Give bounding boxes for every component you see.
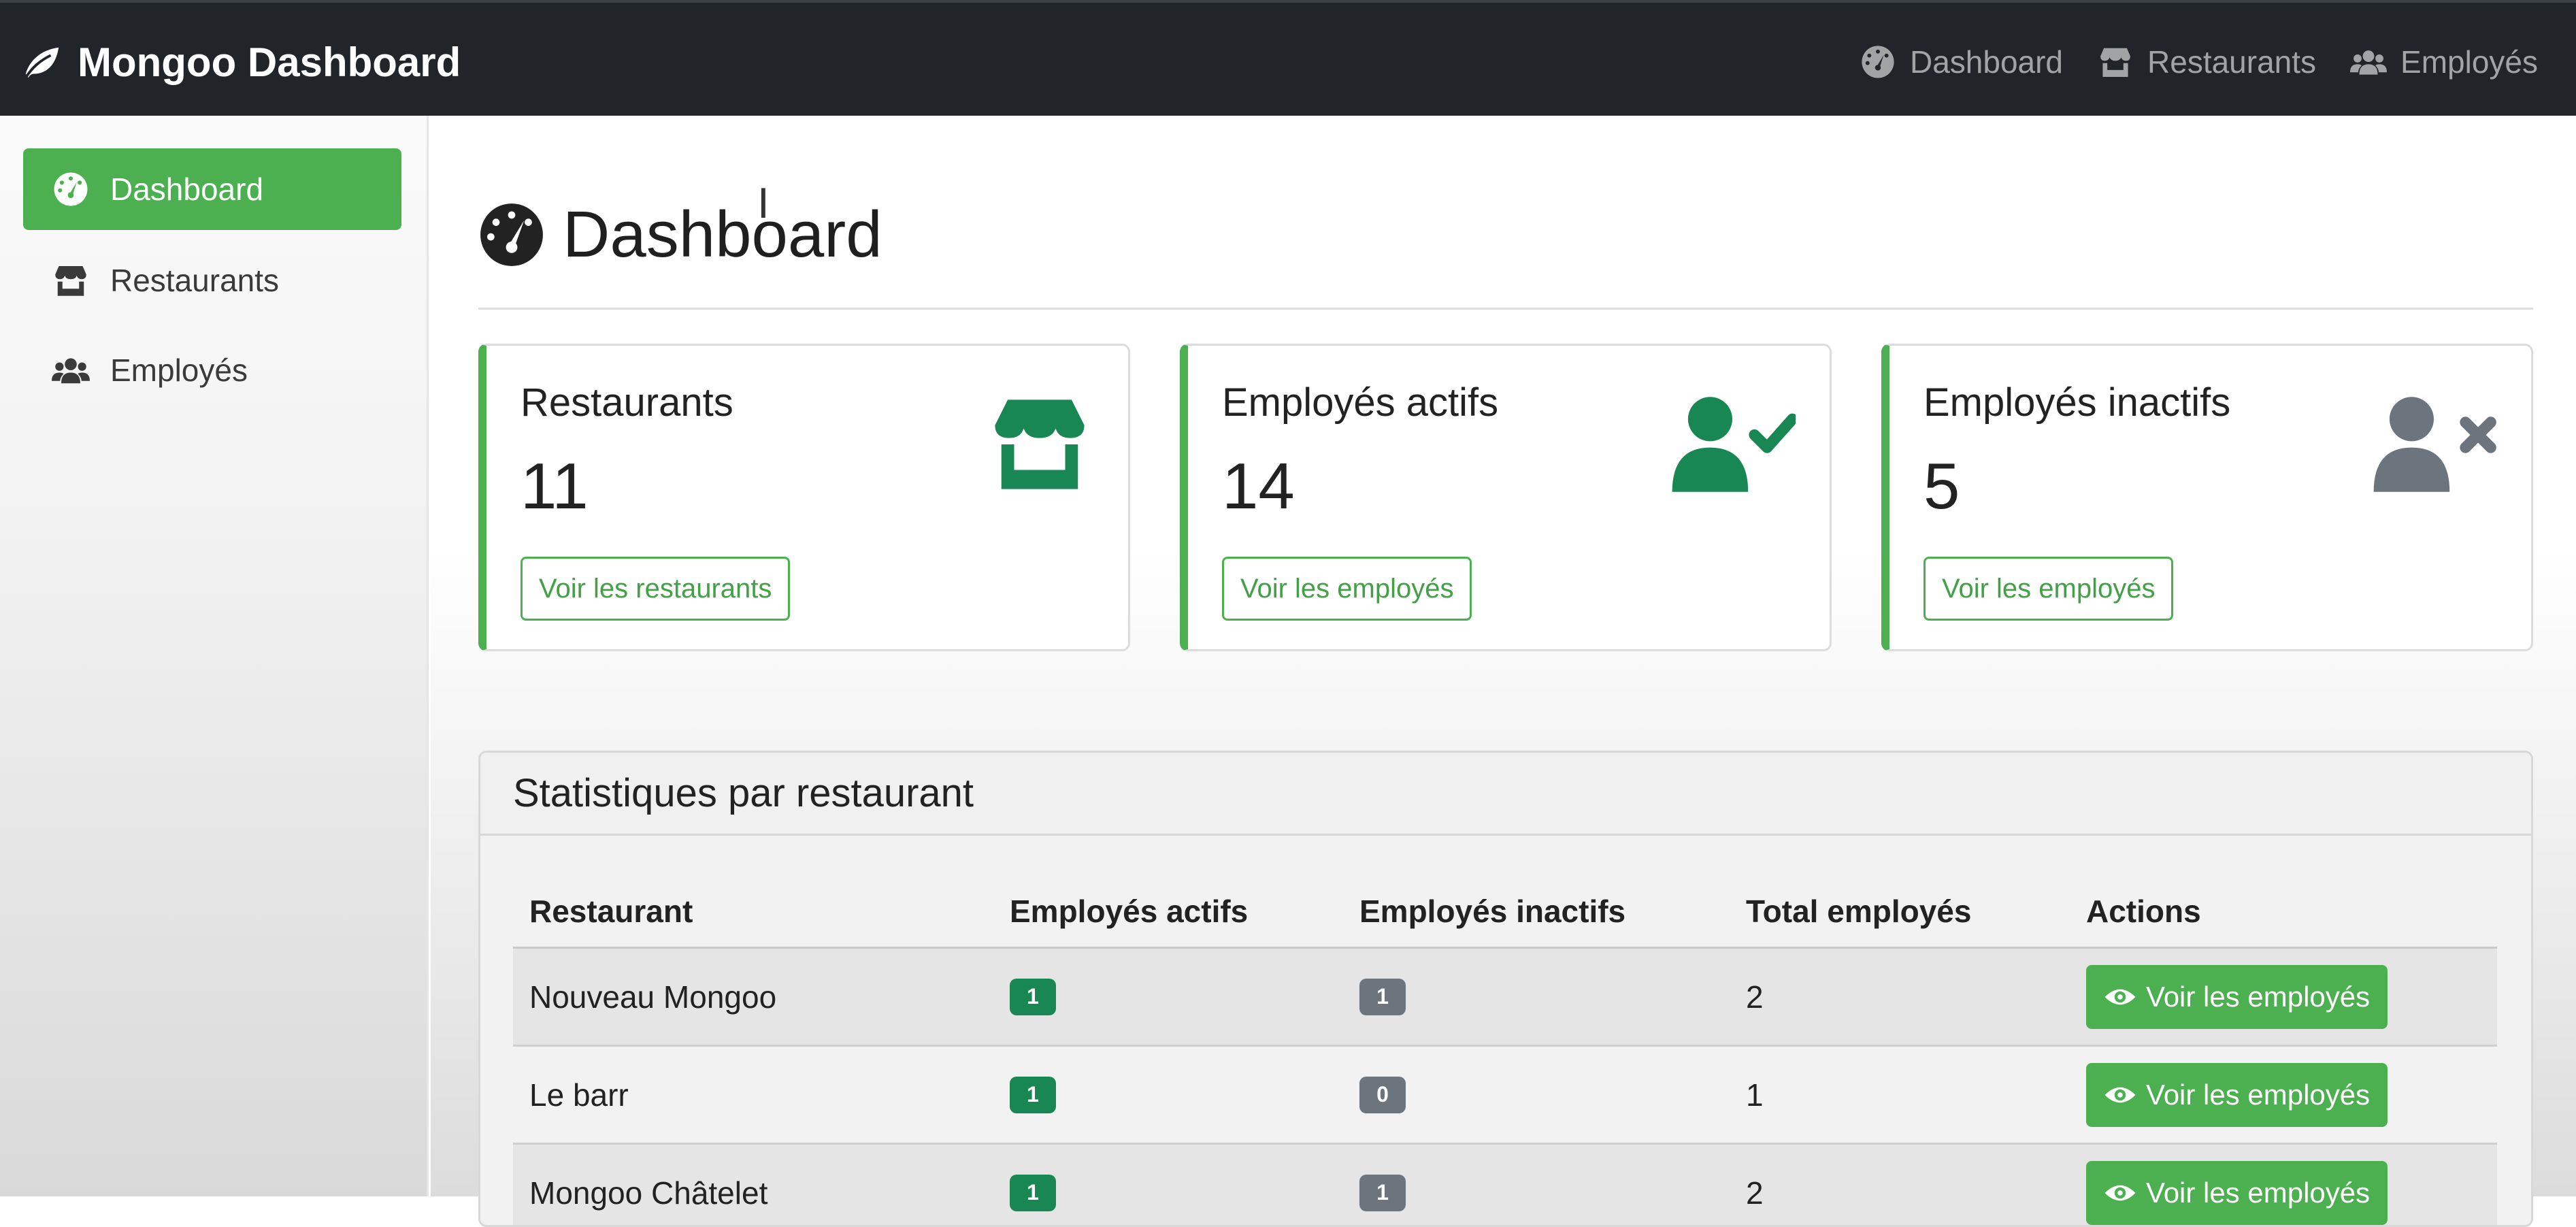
header-total: Total employés xyxy=(1746,893,1972,929)
title-divider xyxy=(478,308,2533,310)
store-icon xyxy=(55,266,86,296)
card-inactive-employees: Employés inactifs 5 Voir les employés xyxy=(1881,344,2533,651)
card-value: 11 xyxy=(521,450,589,523)
card-title: Restaurants xyxy=(521,380,733,425)
top-nav: Dashboard Restaurants Employés xyxy=(1860,38,2538,86)
sidebar-item-label: Employés xyxy=(110,353,248,388)
view-employees-label: Voir les employés xyxy=(2146,1078,2371,1111)
brand[interactable]: Mongoo Dashboard xyxy=(20,38,461,86)
card-title: Employés actifs xyxy=(1222,380,1499,425)
topnav-employees-label: Employés xyxy=(2400,44,2538,80)
header-inactive: Employés inactifs xyxy=(1359,893,1626,929)
user-check-icon xyxy=(1672,397,1796,492)
active-count-badge: 1 xyxy=(1010,1076,1056,1113)
gauge-icon xyxy=(480,203,543,266)
card-restaurants: Restaurants 11 Voir les restaurants xyxy=(478,344,1130,651)
inactive-count-badge: 1 xyxy=(1359,978,1406,1015)
table-header: Restaurant Employés actifs Employés inac… xyxy=(513,875,2497,949)
header-restaurant: Restaurant xyxy=(529,893,693,929)
card-value: 5 xyxy=(1923,450,1960,523)
sidebar-item-employees[interactable]: Employés xyxy=(23,329,401,411)
panel-title: Statistiques par restaurant xyxy=(480,753,2531,836)
user-x-icon xyxy=(2373,397,2496,492)
eye-icon xyxy=(2104,989,2136,1004)
sidebar-item-label: Dashboard xyxy=(110,171,264,207)
store-icon xyxy=(2100,48,2130,77)
page-title-label: Dashboard xyxy=(563,198,882,271)
view-employees-button[interactable]: Voir les employés xyxy=(2086,1160,2388,1225)
topnav-dashboard-label: Dashboard xyxy=(1909,44,2064,80)
total-count: 1 xyxy=(1746,1077,1764,1113)
restaurant-name: Le barr xyxy=(529,1077,629,1113)
view-employees-button[interactable]: Voir les employés xyxy=(2086,964,2388,1029)
view-restaurants-button[interactable]: Voir les restaurants xyxy=(521,557,791,621)
main-content: I Dashboard Restaurants 11 Voir les rest… xyxy=(431,116,2576,1227)
inactive-count-badge: 1 xyxy=(1359,1174,1406,1211)
active-count-badge: 1 xyxy=(1010,1174,1056,1211)
page-title: Dashboard xyxy=(478,197,882,272)
leaf-icon xyxy=(24,47,59,79)
stats-panel: Statistiques par restaurant Restaurant E… xyxy=(478,751,2533,1227)
table-row: Le barr 1 0 1 Voir les employés xyxy=(513,1047,2497,1145)
sidebar-item-dashboard[interactable]: Dashboard xyxy=(23,148,401,230)
topnav-restaurants[interactable]: Restaurants xyxy=(2097,44,2316,80)
topnav-dashboard[interactable]: Dashboard xyxy=(1860,44,2063,80)
sidebar-item-restaurants[interactable]: Restaurants xyxy=(23,240,401,321)
view-inactive-employees-button[interactable]: Voir les employés xyxy=(1923,557,2174,621)
brand-label: Mongoo Dashboard xyxy=(78,39,461,85)
total-count: 2 xyxy=(1746,979,1764,1015)
eye-icon xyxy=(2104,1185,2136,1200)
view-employees-button[interactable]: Voir les employés xyxy=(2086,1062,2388,1127)
sidebar: Dashboard Restaurants Employés xyxy=(0,116,429,1196)
users-icon xyxy=(52,358,90,384)
card-title: Employés inactifs xyxy=(1923,380,2231,425)
restaurant-name: Nouveau Mongoo xyxy=(529,979,777,1015)
eye-icon xyxy=(2104,1087,2136,1102)
view-employees-label: Voir les employés xyxy=(2146,980,2371,1013)
header-actions: Actions xyxy=(2086,893,2201,929)
topnav-employees[interactable]: Employés xyxy=(2350,44,2538,80)
view-active-employees-button[interactable]: Voir les employés xyxy=(1222,557,1472,621)
sidebar-item-label: Restaurants xyxy=(110,263,280,298)
topnav-restaurants-label: Restaurants xyxy=(2147,44,2317,80)
card-value: 14 xyxy=(1222,450,1295,523)
view-employees-label: Voir les employés xyxy=(2146,1176,2371,1209)
total-count: 2 xyxy=(1746,1175,1764,1211)
active-count-badge: 1 xyxy=(1010,978,1056,1015)
table-row: Nouveau Mongoo 1 1 2 Voir les employés xyxy=(513,949,2497,1047)
gauge-icon xyxy=(54,172,88,206)
inactive-count-badge: 0 xyxy=(1359,1076,1406,1113)
header-active: Employés actifs xyxy=(1010,893,1249,929)
store-icon xyxy=(995,399,1085,489)
top-navbar: Mongoo Dashboard Dashboard Restaurants E… xyxy=(0,0,2576,116)
table-row: Mongoo Châtelet 1 1 2 Voir les employés xyxy=(513,1145,2497,1225)
card-active-employees: Employés actifs 14 Voir les employés xyxy=(1180,344,1832,651)
gauge-icon xyxy=(1862,46,1894,78)
restaurant-name: Mongoo Châtelet xyxy=(529,1175,768,1211)
users-icon xyxy=(2350,50,2388,75)
stats-table: Restaurant Employés actifs Employés inac… xyxy=(513,875,2497,1225)
